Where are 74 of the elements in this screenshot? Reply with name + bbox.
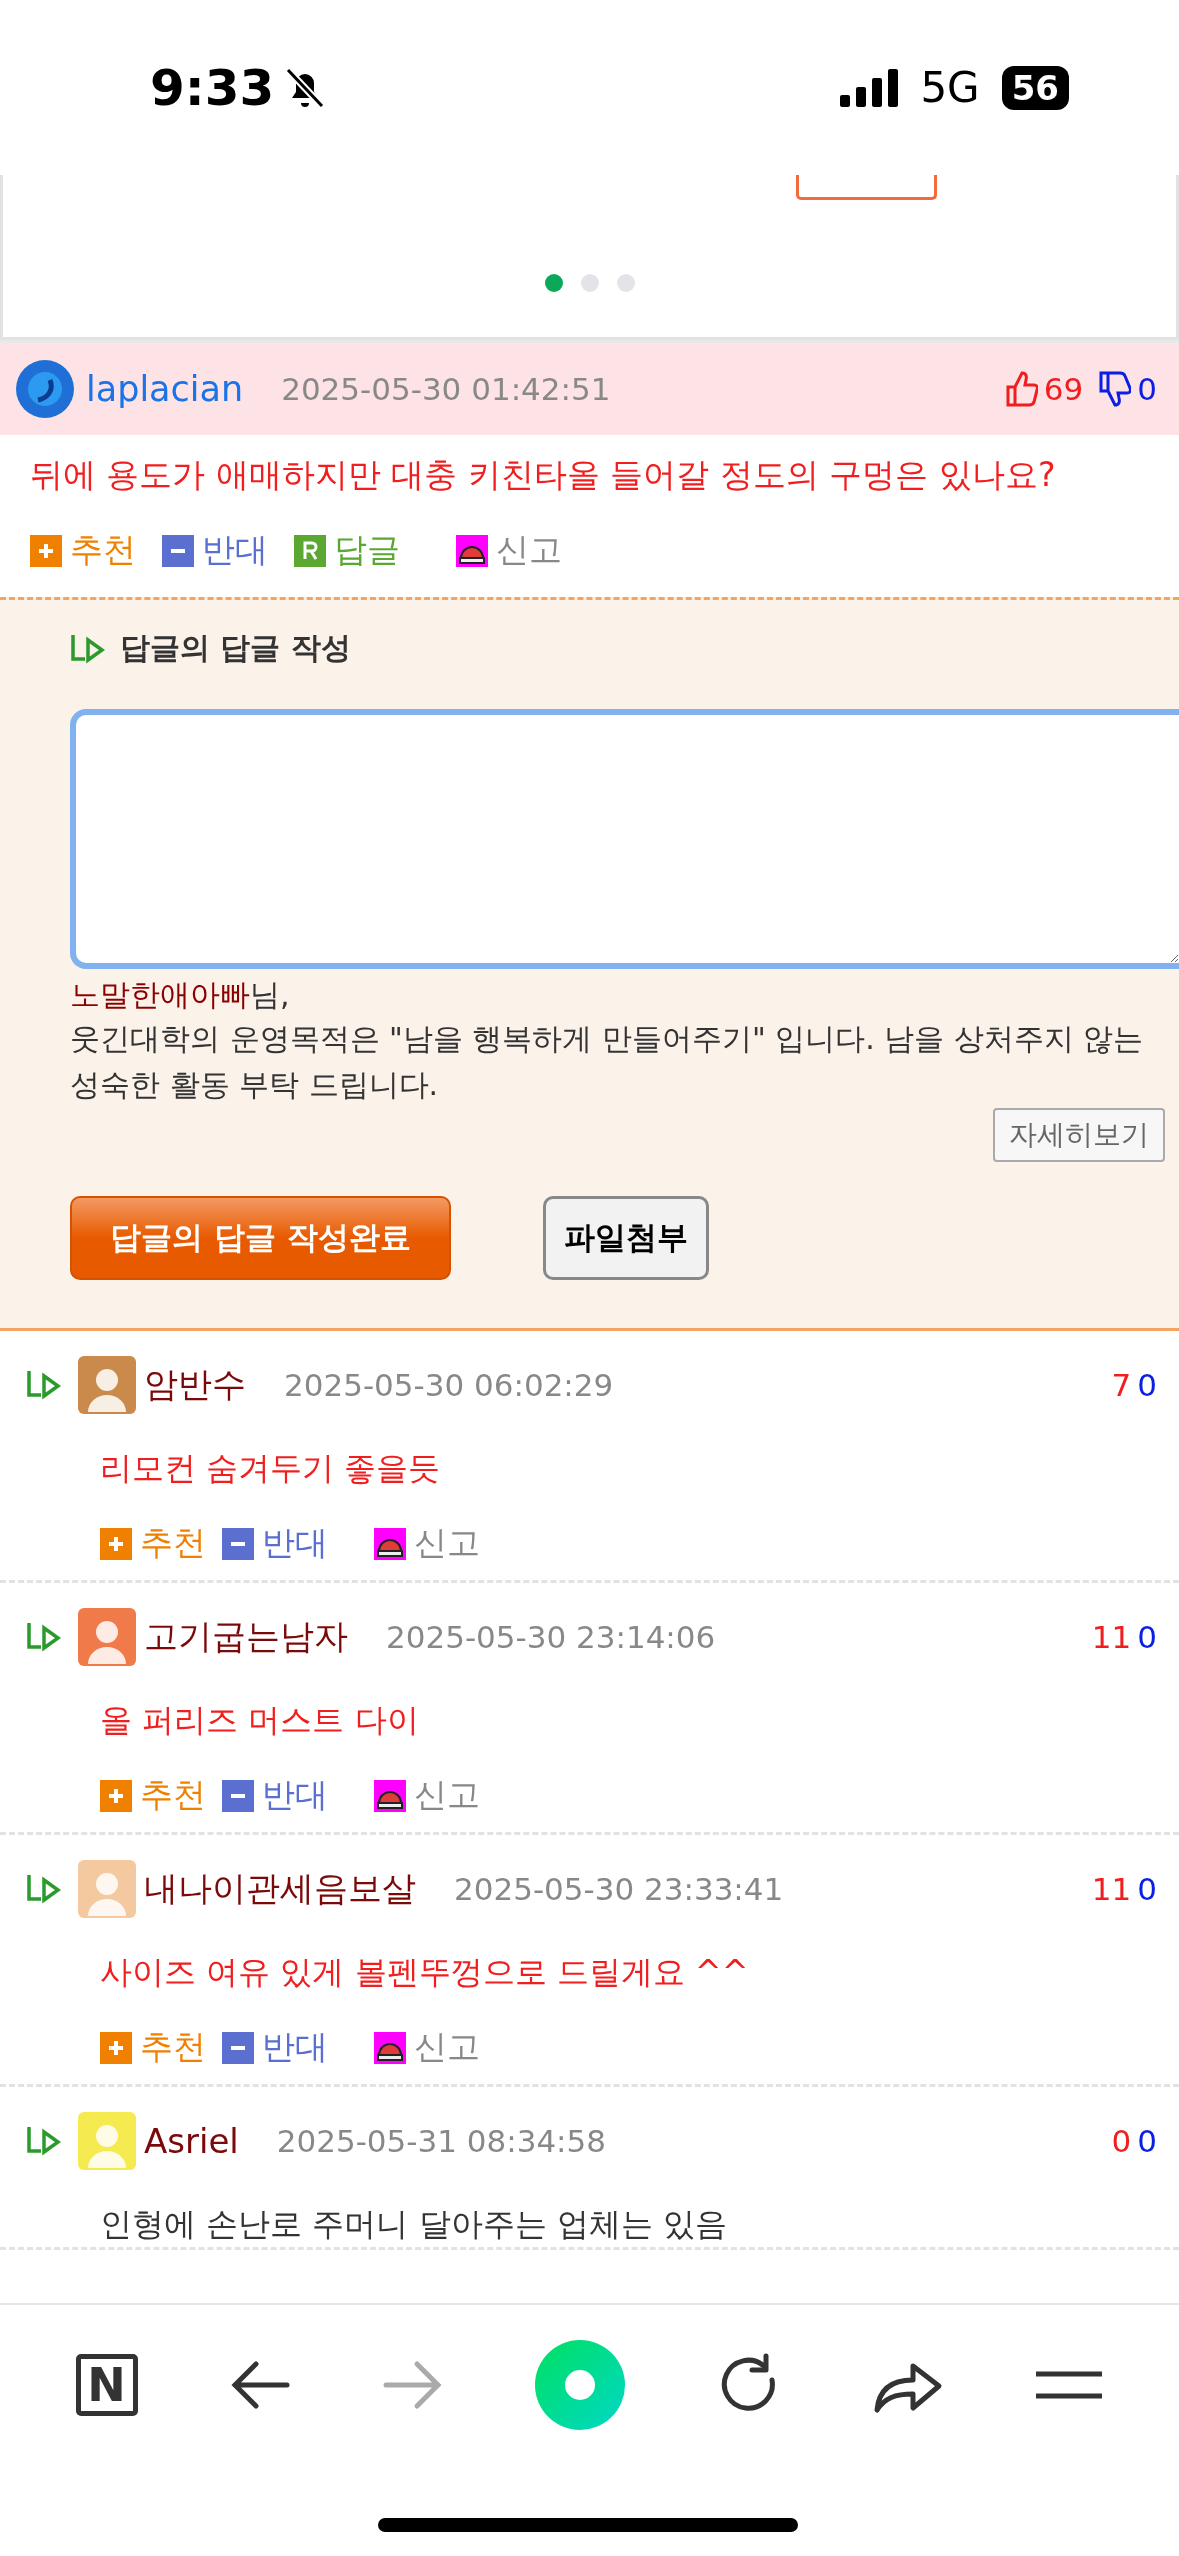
page-dot[interactable] [580, 274, 599, 292]
like-count: 7 [1111, 1367, 1132, 1403]
avatar-icon [78, 1608, 136, 1666]
siren-icon [456, 534, 488, 567]
recommend-button[interactable]: 추천 [100, 1521, 206, 1566]
recommend-button[interactable]: 추천 [30, 528, 136, 573]
submit-button[interactable]: 답글의 답글 작성완료 [70, 1196, 451, 1280]
dislike-count: 0 [1137, 371, 1157, 407]
minus-icon [222, 2031, 254, 2064]
author-name[interactable]: Asriel [144, 2121, 239, 2161]
comment-date: 2025-05-30 23:33:41 [454, 1871, 784, 1907]
author-name[interactable]: 고기굽는남자 [144, 1614, 348, 1660]
avatar-icon [78, 1356, 136, 1414]
reply-text: 리모컨 숨겨두기 좋을듯 [99, 1448, 442, 1489]
dislike-count: 0 [1137, 1619, 1157, 1655]
like-count: 0 [1111, 2123, 1132, 2159]
author-name[interactable]: laplacian [86, 369, 244, 409]
recommend-button[interactable]: 추천 [100, 1773, 206, 1818]
oppose-button[interactable]: 반대 [222, 2025, 328, 2070]
oppose-button[interactable]: 반대 [222, 1521, 328, 1566]
battery-level: 56 [1001, 65, 1069, 110]
thumbs-down-icon[interactable] [1099, 371, 1132, 407]
thumbs-up-icon[interactable] [1005, 371, 1038, 407]
minus-icon [162, 534, 194, 567]
report-button[interactable]: 신고 [374, 1773, 480, 1818]
attach-file-button[interactable]: 파일첨부 [542, 1196, 709, 1280]
home-button[interactable] [534, 2340, 625, 2430]
comment-date: 2025-05-30 23:14:06 [386, 1619, 716, 1655]
oppose-button[interactable]: 반대 [222, 1773, 328, 1818]
details-button[interactable]: 자세히보기 [993, 1108, 1165, 1162]
network-label: 5G [920, 63, 980, 112]
siren-icon [374, 1779, 406, 1812]
dislike-count: 0 [1137, 1871, 1157, 1907]
report-button[interactable]: 신고 [374, 2025, 480, 2070]
reply-text: 인형에 손난로 주머니 달아주는 업체는 있음 [99, 2204, 728, 2245]
report-button[interactable]: 신고 [374, 1521, 480, 1566]
oppose-button[interactable]: 반대 [162, 528, 268, 573]
like-count: 69 [1043, 371, 1084, 407]
signal-icon [840, 68, 899, 107]
siren-icon [374, 1527, 406, 1560]
reply-text: 사이즈 여유 있게 볼펜뚜껑으로 드릴게요 ^^ [99, 1952, 750, 1993]
avatar-icon [78, 1860, 136, 1918]
plus-icon [100, 1779, 132, 1812]
clock-time: 9:33 [150, 58, 275, 117]
plus-icon [100, 2031, 132, 2064]
minus-icon [222, 1779, 254, 1812]
author-name[interactable]: 내나이관세음보살 [144, 1866, 416, 1912]
dislike-count: 0 [1137, 1367, 1157, 1403]
reply-icon [294, 534, 326, 567]
comment-text: 뒤에 용도가 애매하지만 대충 키친타올 들어갈 정도의 구멍은 있나요? [29, 454, 1057, 496]
page-dot[interactable] [616, 274, 635, 292]
reply-button[interactable]: 답글 [294, 528, 400, 573]
notice-greeting: 노말한애아빠님, [70, 976, 291, 1014]
notice-text: 웃긴대학의 운영목적은 "남을 행복하게 만들어주기" 입니다. 남을 상처주지 않는 성숙한 활동 부탁 드립니다. [70, 1020, 1145, 1104]
recommend-button[interactable]: 추천 [100, 2025, 206, 2070]
minus-icon [222, 1527, 254, 1560]
siren-icon [374, 2031, 406, 2064]
plus-icon [30, 534, 62, 567]
report-button[interactable]: 신고 [456, 528, 562, 573]
avatar-icon [16, 360, 74, 418]
reply-text: 올 퍼리즈 머스트 다이 [99, 1700, 420, 1741]
comment-date: 2025-05-30 01:42:51 [281, 371, 611, 407]
page-dot[interactable] [544, 274, 563, 292]
like-count: 11 [1091, 1619, 1132, 1655]
comment-date: 2025-05-31 08:34:58 [276, 2123, 606, 2159]
author-name[interactable]: 암반수 [144, 1362, 246, 1408]
plus-icon [100, 1527, 132, 1560]
logo-button[interactable]: N [75, 2354, 138, 2416]
like-count: 11 [1091, 1871, 1132, 1907]
comment-date: 2025-05-30 06:02:29 [284, 1367, 614, 1403]
reply-textarea[interactable] [70, 709, 1179, 969]
dislike-count: 0 [1137, 2123, 1157, 2159]
form-title: 답글의 답글 작성 [120, 629, 351, 667]
avatar-icon [78, 2112, 136, 2170]
